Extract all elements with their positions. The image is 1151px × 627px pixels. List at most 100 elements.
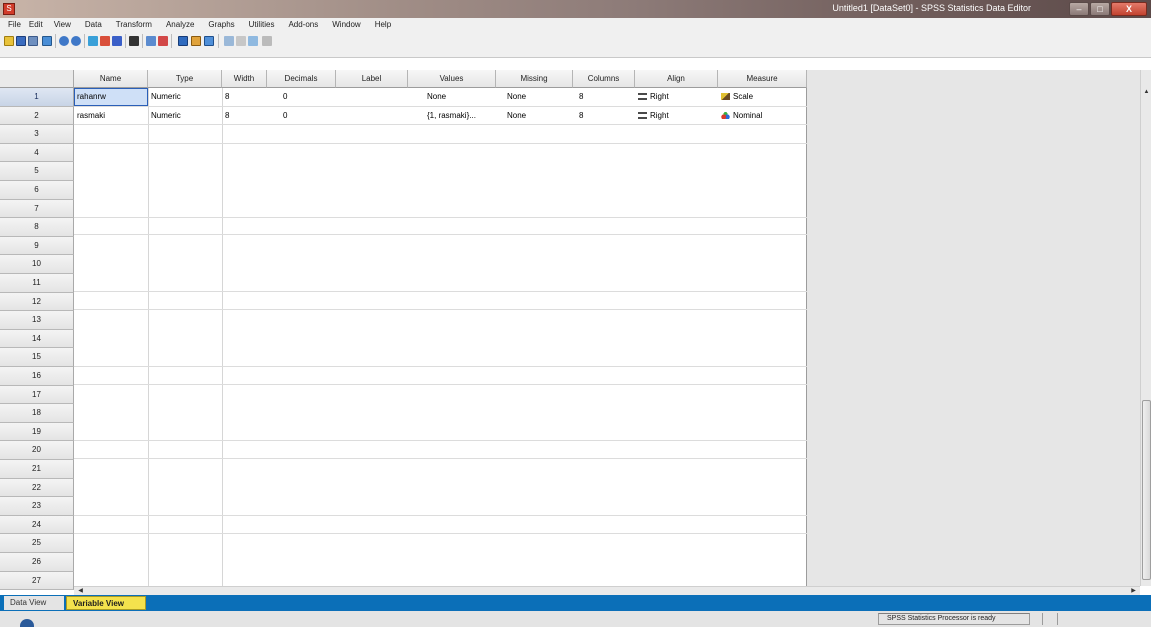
undo-icon[interactable]: [59, 36, 69, 46]
row-header[interactable]: 4: [0, 143, 74, 163]
find-icon[interactable]: [129, 36, 139, 46]
goto-case-icon[interactable]: [88, 36, 98, 46]
row-header[interactable]: 6: [0, 181, 74, 200]
column-header-width[interactable]: Width: [222, 70, 267, 88]
cell-decimals[interactable]: 0: [280, 88, 336, 106]
row-header[interactable]: 25: [0, 534, 74, 553]
column-header-label[interactable]: Label: [336, 70, 408, 88]
cell-missing[interactable]: None: [504, 107, 573, 125]
horizontal-scrollbar[interactable]: ◀ ▶: [74, 586, 1140, 595]
row-header[interactable]: 20: [0, 441, 74, 460]
row-header[interactable]: 27: [0, 571, 74, 591]
column-header-measure[interactable]: Measure: [718, 70, 807, 88]
row-header[interactable]: 13: [0, 311, 74, 330]
row-header[interactable]: 21: [0, 460, 74, 479]
dialog-recall-icon[interactable]: [42, 36, 52, 46]
save-icon[interactable]: [16, 36, 26, 46]
cell-label[interactable]: [336, 107, 408, 125]
column-header-align[interactable]: Align: [635, 70, 718, 88]
show-all-variables-icon[interactable]: [248, 36, 258, 46]
minimize-button[interactable]: –: [1069, 2, 1089, 16]
menu-window[interactable]: Window: [325, 20, 367, 29]
row-header[interactable]: 15: [0, 348, 74, 367]
cell-type[interactable]: Numeric: [148, 107, 222, 125]
print-icon[interactable]: [28, 36, 38, 46]
use-sets-icon[interactable]: [236, 36, 246, 46]
tab-data-view[interactable]: Data View: [4, 596, 64, 610]
row-header[interactable]: 24: [0, 515, 74, 535]
vertical-scroll-thumb[interactable]: [1142, 400, 1151, 580]
menu-view[interactable]: View: [47, 20, 78, 29]
menu-transform[interactable]: Transform: [109, 20, 159, 29]
tab-variable-view[interactable]: Variable View: [66, 596, 146, 610]
row-header[interactable]: 16: [0, 367, 74, 386]
cell-width[interactable]: 8: [222, 88, 267, 106]
cell-decimals[interactable]: 0: [280, 107, 336, 125]
menu-analyze[interactable]: Analyze: [159, 20, 201, 29]
menu-data[interactable]: Data: [78, 20, 109, 29]
value-labels-icon[interactable]: [224, 36, 234, 46]
menu-add-ons[interactable]: Add-ons: [281, 20, 325, 29]
row-header[interactable]: 19: [0, 422, 74, 442]
column-header-missing[interactable]: Missing: [496, 70, 573, 88]
row-header[interactable]: 3: [0, 125, 74, 144]
spss-app-icon[interactable]: S: [3, 3, 15, 15]
spell-check-icon[interactable]: [262, 36, 272, 46]
row-header[interactable]: 22: [0, 478, 74, 498]
cell-values[interactable]: None: [424, 88, 496, 106]
grid-corner[interactable]: [0, 70, 74, 88]
cell-missing[interactable]: None: [504, 88, 573, 106]
open-file-icon[interactable]: [4, 36, 14, 46]
row-header[interactable]: 14: [0, 329, 74, 349]
column-header-name[interactable]: Name: [74, 70, 148, 88]
row-header[interactable]: 18: [0, 404, 74, 423]
grid-line: [74, 217, 807, 218]
menu-graphs[interactable]: Graphs: [201, 20, 241, 29]
goto-variable-icon[interactable]: [100, 36, 110, 46]
cell-name[interactable]: rasmaki: [74, 107, 148, 125]
select-cases-icon[interactable]: [204, 36, 214, 46]
cell-name[interactable]: rahanrw: [74, 88, 148, 106]
insert-cases-icon[interactable]: [146, 36, 156, 46]
toolbar-separator: [218, 34, 219, 48]
cell-columns[interactable]: 8: [576, 88, 635, 106]
column-header-type[interactable]: Type: [148, 70, 222, 88]
redo-icon[interactable]: [71, 36, 81, 46]
row-header[interactable]: 5: [0, 162, 74, 181]
scroll-up-icon[interactable]: ▲: [1142, 88, 1151, 97]
cell-align[interactable]: Right: [635, 88, 718, 106]
column-header-values[interactable]: Values: [408, 70, 496, 88]
menu-utilities[interactable]: Utilities: [242, 20, 282, 29]
row-header[interactable]: 7: [0, 199, 74, 219]
close-button[interactable]: X: [1111, 2, 1147, 16]
cell-label[interactable]: [336, 88, 408, 106]
vertical-scrollbar[interactable]: ▲: [1140, 70, 1151, 586]
insert-variable-icon[interactable]: [158, 36, 168, 46]
cell-width[interactable]: 8: [222, 107, 267, 125]
row-header[interactable]: 10: [0, 255, 74, 274]
cell-measure[interactable]: Scale: [718, 88, 807, 106]
cell-values[interactable]: {1, rasmaki}...: [424, 107, 496, 125]
row-header[interactable]: 1: [0, 88, 74, 107]
weight-cases-icon[interactable]: [191, 36, 201, 46]
row-header[interactable]: 23: [0, 497, 74, 516]
row-header[interactable]: 12: [0, 292, 74, 312]
cell-columns[interactable]: 8: [576, 107, 635, 125]
row-header[interactable]: 11: [0, 274, 74, 293]
menu-file[interactable]: File: [4, 20, 25, 29]
split-file-icon[interactable]: [178, 36, 188, 46]
cell-type[interactable]: Numeric: [148, 88, 222, 106]
row-header[interactable]: 17: [0, 385, 74, 405]
variables-icon[interactable]: [112, 36, 122, 46]
cell-measure[interactable]: Nominal: [718, 107, 807, 125]
column-header-decimals[interactable]: Decimals: [267, 70, 336, 88]
row-header[interactable]: 26: [0, 553, 74, 572]
maximize-button[interactable]: □: [1090, 2, 1110, 16]
menu-help[interactable]: Help: [368, 20, 398, 29]
column-header-columns[interactable]: Columns: [573, 70, 635, 88]
cell-align[interactable]: Right: [635, 107, 718, 125]
row-header[interactable]: 2: [0, 106, 74, 126]
row-header[interactable]: 9: [0, 236, 74, 256]
row-header[interactable]: 8: [0, 218, 74, 237]
menu-edit[interactable]: Edit: [25, 20, 47, 29]
